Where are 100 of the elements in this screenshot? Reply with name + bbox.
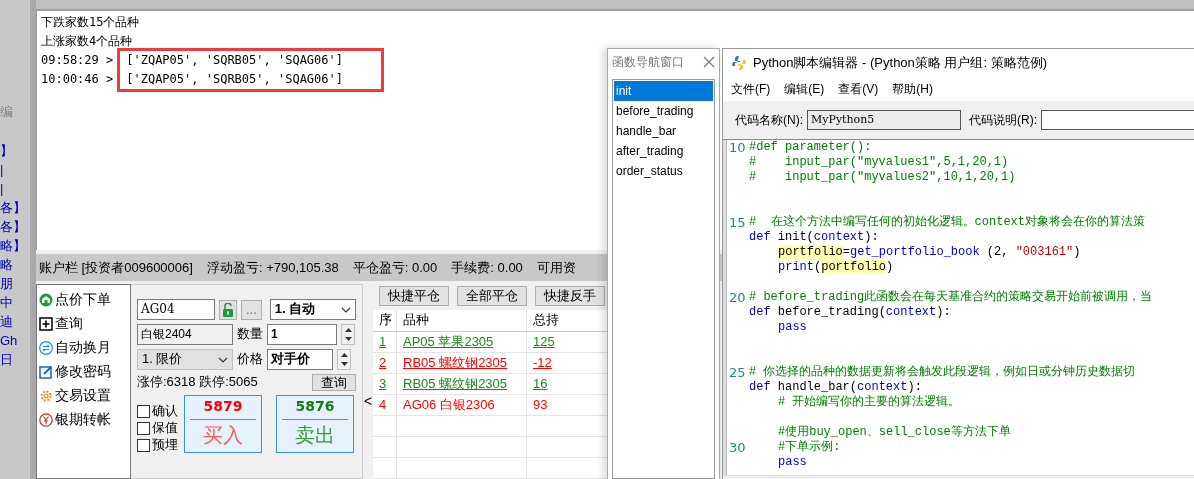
code-line: #下单示例: xyxy=(777,440,841,455)
padlock-icon xyxy=(222,302,234,317)
description-field[interactable] xyxy=(1041,110,1194,130)
code-line: # input_par("myvalues2",10,1,20,1) xyxy=(749,170,1016,185)
code-line: #使用buy_open、sell_close等方法下单 xyxy=(777,425,1011,440)
sidebar-text: 朋 xyxy=(0,276,14,293)
sidebar-text: 】 xyxy=(0,143,14,160)
name-field[interactable]: 白银2404 xyxy=(137,324,233,345)
code-line: # 开始编写你的主要的算法逻辑。 xyxy=(777,395,961,410)
app-logo-icon xyxy=(731,55,747,71)
name-field[interactable]: MyPython5 xyxy=(807,110,961,130)
line-number: 15 xyxy=(728,215,747,230)
price-type-dropdown[interactable]: 1. 限价 xyxy=(137,349,233,370)
code-line: # 你选择的品种的数据更新将会触发此段逻辑，例如日或分钟历史数据切 xyxy=(749,365,1136,380)
more-button[interactable]: ... xyxy=(241,299,262,320)
log-time: 09:58:29 > xyxy=(41,52,114,70)
chevron-down-icon xyxy=(218,356,228,363)
close-icon xyxy=(703,56,715,68)
table-cell[interactable]: 93 xyxy=(533,396,548,414)
table-cell[interactable]: -12 xyxy=(533,354,552,372)
function-item[interactable]: before_trading xyxy=(614,101,713,121)
checkbox[interactable]: 保值 xyxy=(137,420,178,437)
column-header: 序 xyxy=(373,310,397,331)
sidebar-text: 中 xyxy=(0,295,14,312)
sidebar-text: 日 xyxy=(0,352,14,369)
menu-item[interactable]: 自动换月 xyxy=(39,337,128,359)
price-label: 价格 xyxy=(237,351,263,368)
limit-text: 涨停:6318 跌停:5065 xyxy=(137,374,258,391)
lock-button[interactable] xyxy=(219,299,237,320)
table-cell[interactable]: 16 xyxy=(533,375,548,393)
code-line: # 在这个方法中编写任何的初始化逻辑。context对象将会在你的算法策 xyxy=(749,215,1145,230)
menu-item[interactable]: 银期转帐 xyxy=(39,409,128,431)
code-line: def handle_bar(context): xyxy=(749,380,922,395)
query-button[interactable]: 查询 xyxy=(312,374,356,391)
table-cell[interactable]: AG06 白银2306 xyxy=(403,396,495,414)
up-arrow-icon xyxy=(340,352,348,357)
column-header: 品种 xyxy=(397,310,527,331)
table-cell[interactable]: AP05 苹果2305 xyxy=(403,333,494,351)
window-title: Python脚本编辑器 - (Python策略 用户组: 策略范例) xyxy=(753,54,1047,72)
line-number: 10 xyxy=(728,140,747,155)
menu-item[interactable]: 修改密码 xyxy=(39,361,128,383)
code-field[interactable]: AG04 xyxy=(137,299,215,320)
menu-item[interactable]: 编辑(E) xyxy=(784,81,825,97)
spin-button[interactable] xyxy=(337,349,351,370)
account-text: 浮动盈亏: +790,105.38 xyxy=(206,259,339,276)
table-cell[interactable]: 125 xyxy=(533,333,555,351)
checkbox[interactable]: 确认 xyxy=(137,403,178,420)
menu-item[interactable]: 查看(V) xyxy=(838,81,879,97)
table-cell[interactable]: 4 xyxy=(379,396,387,414)
home-icon xyxy=(39,293,53,307)
account-text: 手续费: 0.00 xyxy=(451,259,523,276)
account-text: 平仓盈亏: 0.00 xyxy=(352,259,438,276)
plus-box-icon xyxy=(39,317,53,331)
code-line: def before_trading(context): xyxy=(749,305,951,320)
log-line: 上涨家数4个品种 xyxy=(41,33,134,51)
code-line: # before_trading此函数会在每天基准合约的策略交易开始前被调用，当 xyxy=(749,290,1153,305)
code-line: pass xyxy=(777,455,807,470)
sidebar-text: 各】 xyxy=(0,200,27,217)
code-line: # input_par("myvalues1",5,1,20,1) xyxy=(749,155,1009,170)
function-item[interactable]: handle_bar xyxy=(614,121,713,141)
table-cell[interactable]: RB05 螺纹钢2305 xyxy=(403,375,508,393)
menu-item[interactable]: 文件(F) xyxy=(731,81,771,97)
function-item[interactable]: init xyxy=(614,81,713,101)
spin-button[interactable] xyxy=(341,324,355,345)
table-cell[interactable]: 3 xyxy=(379,375,387,393)
edit-icon xyxy=(39,365,53,379)
sidebar-text: | xyxy=(0,181,5,198)
action-button[interactable]: 快捷平仓 xyxy=(379,286,449,306)
log-time: 10:00:46 > xyxy=(41,71,114,89)
qty-field[interactable]: 1 xyxy=(267,324,337,345)
menu-item[interactable]: 帮助(H) xyxy=(892,81,933,97)
code-line: #def parameter(): xyxy=(749,140,872,155)
menu-item[interactable]: 点价下单 xyxy=(39,289,128,311)
column-header: 总持 xyxy=(532,311,560,330)
action-button[interactable]: 全部平仓 xyxy=(457,286,527,306)
sidebar-text: Gh xyxy=(0,333,19,350)
table-cell[interactable]: RB05 螺纹钢2305 xyxy=(403,354,508,372)
menu-item[interactable]: 查询 xyxy=(39,313,128,335)
account-text: 可用资 xyxy=(536,259,576,276)
collapse-toggle[interactable]: < xyxy=(363,392,373,411)
chevron-down-icon xyxy=(340,306,351,313)
account-text: 账户栏 [投资者009600006] xyxy=(39,259,193,276)
function-item[interactable]: order_status xyxy=(614,161,713,181)
line-number: 20 xyxy=(728,290,747,305)
code-line: portfolio=get_portfolio_book (2, "003161") xyxy=(777,245,1081,260)
down-arrow-icon xyxy=(340,362,348,367)
table-cell[interactable]: 1 xyxy=(379,333,387,351)
log-line: 下跌家数15个品种 xyxy=(41,14,141,32)
code-line: def init(context): xyxy=(749,230,879,245)
menu-item[interactable]: 交易设置 xyxy=(39,385,128,407)
gear-icon xyxy=(39,389,53,403)
field-label: 代码名称(N): xyxy=(735,112,803,128)
action-button[interactable]: 快捷反手 xyxy=(535,286,605,306)
checkbox[interactable]: 预埋 xyxy=(137,437,178,454)
table-cell[interactable]: 2 xyxy=(379,354,387,372)
sidebar-text: 略】 xyxy=(0,238,27,255)
function-item[interactable]: after_trading xyxy=(614,141,713,161)
sell-button[interactable]: 5876 卖出 xyxy=(276,395,354,453)
price-field[interactable]: 对手价 xyxy=(267,349,333,370)
mode-dropdown[interactable]: 1. 自动 xyxy=(269,299,356,320)
